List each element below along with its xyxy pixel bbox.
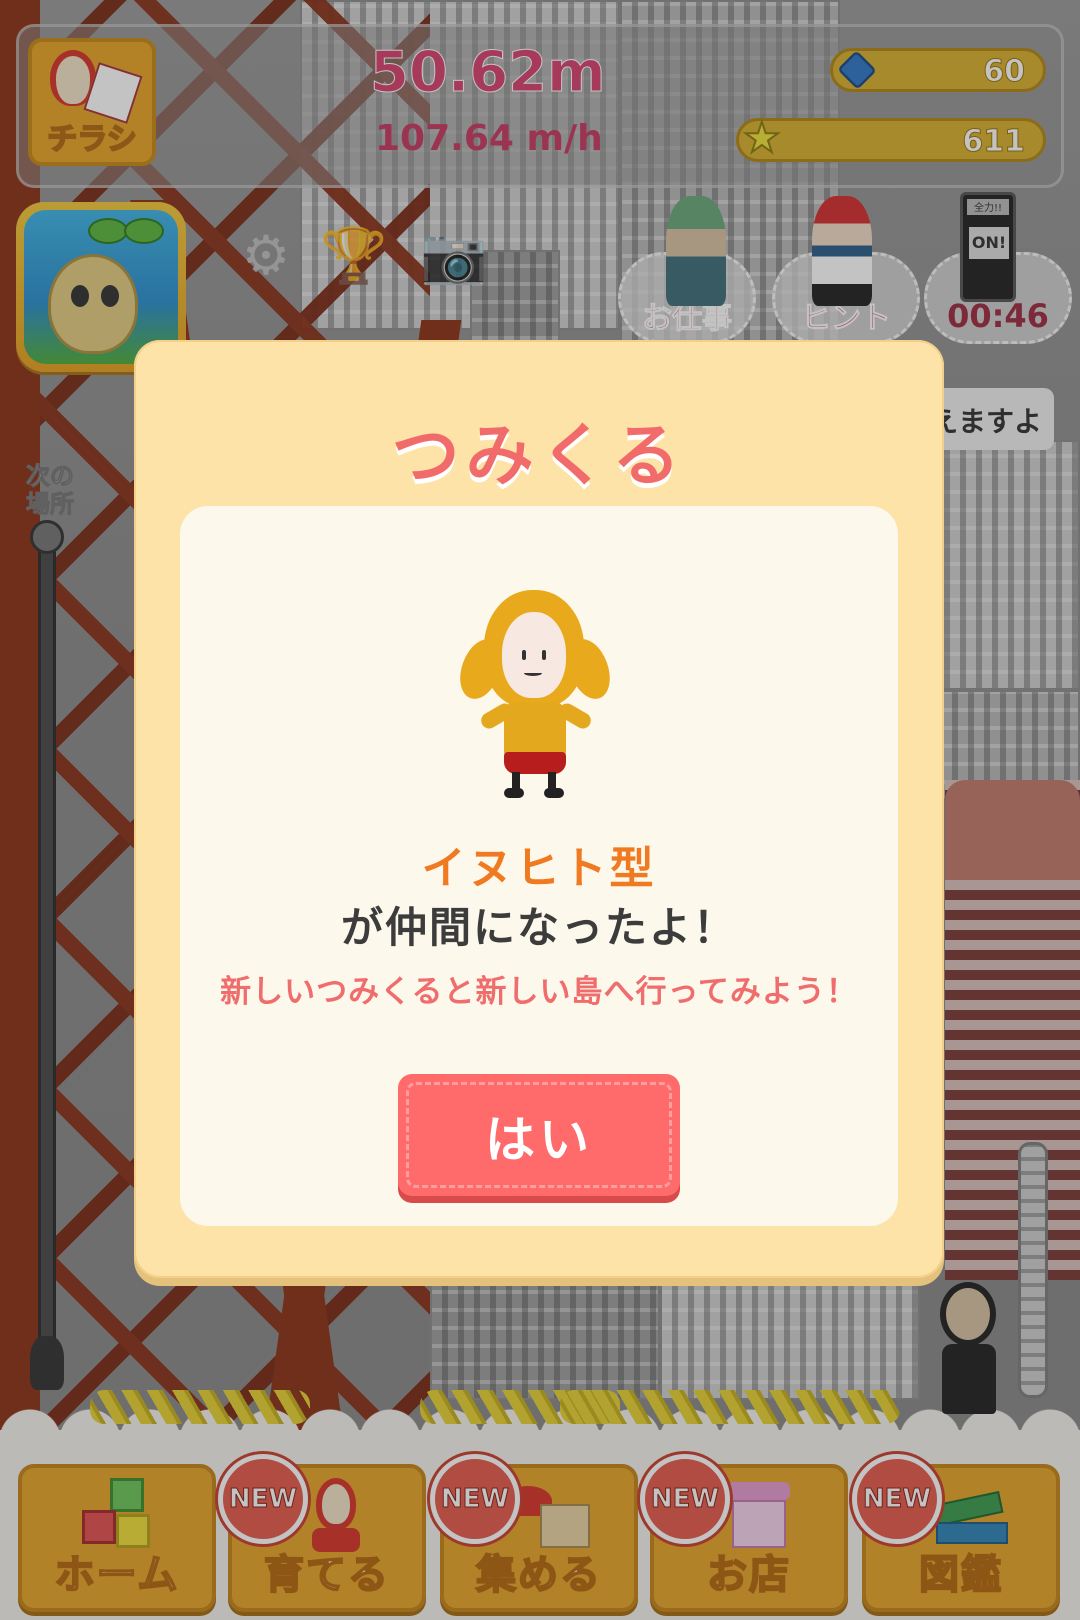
- yes-button[interactable]: はい: [398, 1074, 680, 1196]
- joined-message: が仲間になったよ！: [340, 903, 737, 952]
- new-character-dialog: つみくる イヌヒト型 が仲間になったよ！ 新しいつみくると新しい島へ行ってみよう…: [134, 340, 944, 1278]
- hint-message: 新しいつみくると新しい島へ行ってみよう！: [220, 974, 858, 1010]
- character-name: イヌヒト型: [421, 843, 657, 894]
- dialog-card: イヌヒト型 が仲間になったよ！ 新しいつみくると新しい島へ行ってみよう！ はい: [180, 506, 898, 1226]
- dialog-title: つみくる: [391, 417, 687, 496]
- yes-button-label: はい: [485, 1111, 593, 1169]
- dog-person-character-image: [452, 590, 618, 800]
